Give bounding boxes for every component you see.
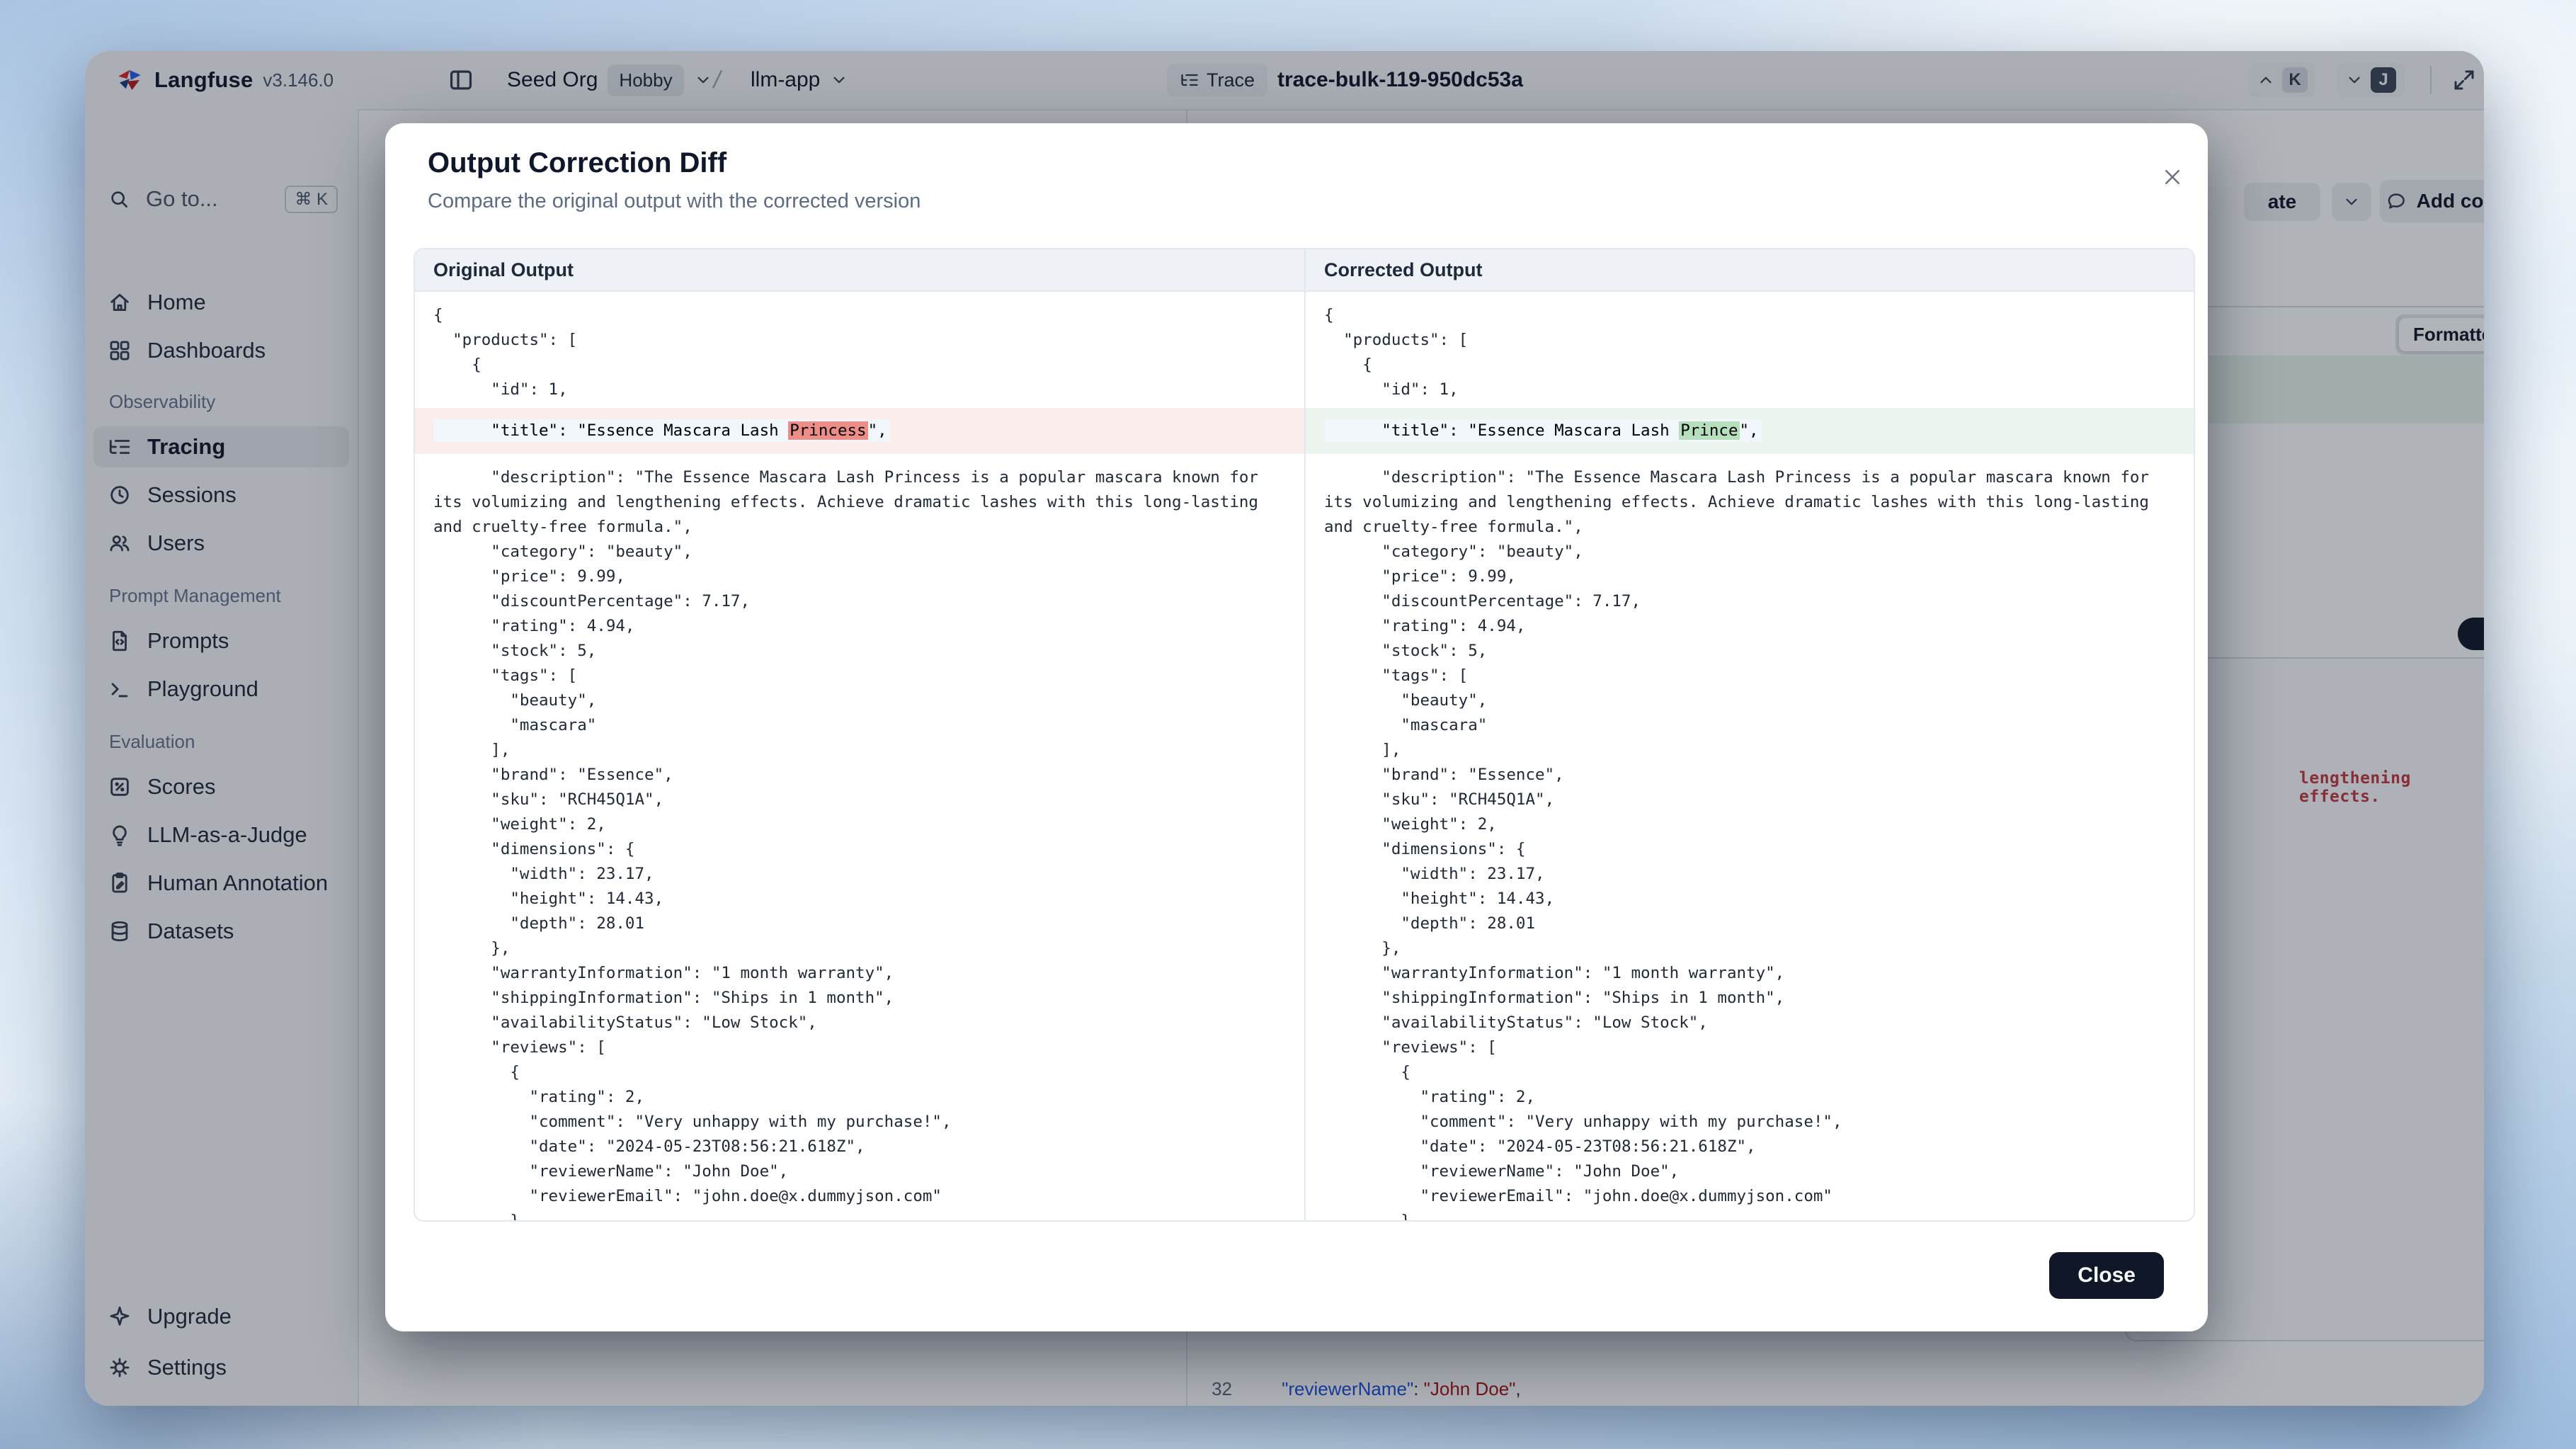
json-before: { "products": [ { "id": 1,	[415, 292, 1304, 402]
json-after: "description": "The Essence Mascara Lash…	[415, 460, 1304, 1220]
close-icon	[2162, 166, 2183, 188]
original-output-header: Original Output	[415, 249, 1304, 290]
app-window: Langfuse v3.146.0 Seed Org Hobby / llm-a…	[85, 51, 2484, 1406]
output-correction-diff-modal: Output Correction Diff Compare the origi…	[385, 123, 2208, 1331]
json-after: "description": "The Essence Mascara Lash…	[1306, 460, 2194, 1220]
modal-close-button[interactable]	[2158, 163, 2187, 191]
diff-line-removed: "title": "Essence Mascara Lash Princess"…	[415, 408, 1304, 454]
corrected-output-panel: { "products": [ { "id": 1, "title": "Ess…	[1304, 292, 2194, 1220]
corrected-output-header: Corrected Output	[1304, 249, 2194, 290]
json-before: { "products": [ { "id": 1,	[1306, 292, 2194, 402]
modal-title: Output Correction Diff	[428, 147, 726, 179]
diff-header-row: Original Output Corrected Output	[415, 249, 2194, 292]
diff-line-added: "title": "Essence Mascara Lash Prince",	[1306, 408, 2194, 454]
diff-body: { "products": [ { "id": 1, "title": "Ess…	[415, 292, 2194, 1220]
removed-word: Princess	[788, 421, 867, 440]
modal-subtitle: Compare the original output with the cor…	[428, 190, 921, 213]
original-output-panel: { "products": [ { "id": 1, "title": "Ess…	[415, 292, 1304, 1220]
diff-container: Original Output Corrected Output { "prod…	[414, 248, 2195, 1222]
added-word: Prince	[1679, 421, 1739, 440]
close-button[interactable]: Close	[2049, 1252, 2164, 1299]
